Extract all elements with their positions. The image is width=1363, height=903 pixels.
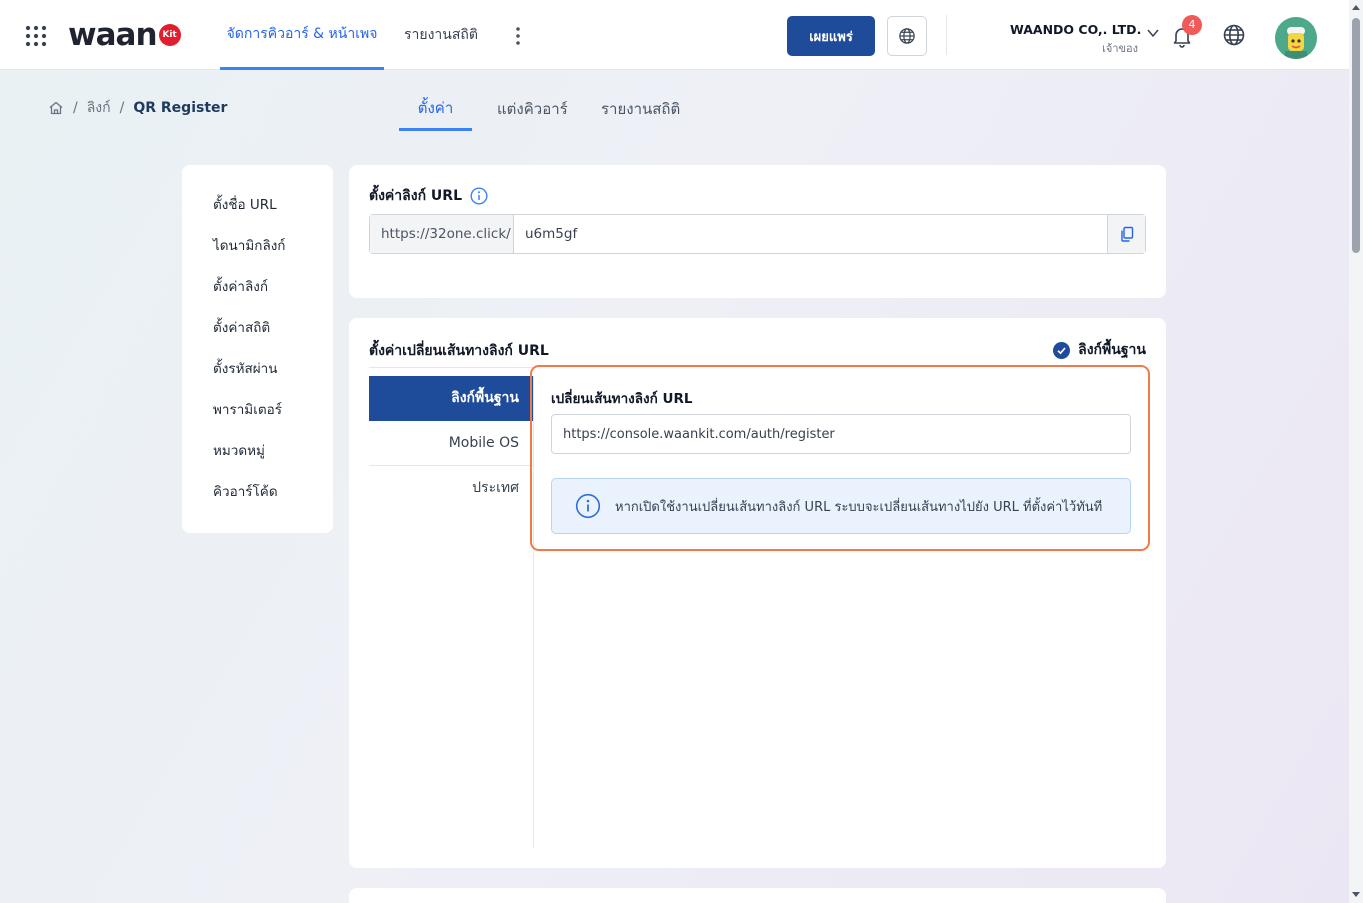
- sidebar-item-parameters[interactable]: พารามิเตอร์: [182, 398, 333, 439]
- tab-qr-design[interactable]: แต่งคิวอาร์: [497, 87, 568, 131]
- tab-settings[interactable]: ตั้งค่า: [399, 87, 472, 131]
- link-url-settings-title: ตั้งค่าลิงก์ URL: [369, 185, 488, 207]
- avatar[interactable]: [1275, 17, 1317, 59]
- settings-sidebar: ตั้งชื่อ URL ไดนามิกลิงก์ ตั้งค่าลิงก์ ต…: [182, 165, 333, 533]
- tabs-top-divider: [369, 367, 533, 368]
- breadcrumb-current: QR Register: [133, 100, 228, 116]
- sidebar-item-stats-settings[interactable]: ตั้งค่าสถิติ: [182, 316, 333, 357]
- scroll-up-arrow-icon[interactable]: [1352, 5, 1360, 10]
- tab-mobile-os[interactable]: Mobile OS: [369, 421, 533, 466]
- basic-link-checkbox-label: ลิงก์พื้นฐาน: [1078, 342, 1146, 358]
- company-role: เจ้าของ: [1102, 42, 1138, 55]
- url-prefix: https://32one.click/: [370, 215, 514, 253]
- preview-globe-button[interactable]: [887, 16, 927, 56]
- url-slug-input[interactable]: [514, 215, 1107, 253]
- breadcrumb: / ลิงก์ / QR Register: [48, 97, 227, 119]
- copy-url-button[interactable]: [1107, 215, 1145, 253]
- breadcrumb-link[interactable]: ลิงก์: [87, 97, 111, 119]
- breadcrumb-separator: /: [73, 100, 78, 116]
- sidebar-item-categories[interactable]: หมวดหมู่: [182, 439, 333, 480]
- tab-statistics[interactable]: รายงานสถิติ: [601, 87, 680, 131]
- avatar-image: [1275, 17, 1317, 59]
- sidebar-item-link-settings[interactable]: ตั้งค่าลิงก์: [182, 275, 333, 316]
- tab-basic-link[interactable]: ลิงก์พื้นฐาน: [369, 376, 533, 421]
- more-menu-icon[interactable]: [510, 24, 526, 48]
- redirect-url-panel: เปลี่ยนเส้นทางลิงก์ URL หากเปิดใช้งานเปล…: [530, 365, 1150, 551]
- redirect-settings-title: ตั้งค่าเปลี่ยนเส้นทางลิงก์ URL: [369, 343, 549, 359]
- publish-button[interactable]: เผยแพร่: [787, 16, 875, 56]
- chevron-down-icon: [1147, 29, 1159, 38]
- short-url-field-group: https://32one.click/: [369, 214, 1146, 254]
- redirect-url-input[interactable]: [551, 414, 1131, 454]
- sidebar-item-dynamic-link[interactable]: ไดนามิกลิงก์: [182, 234, 333, 275]
- home-icon[interactable]: [48, 100, 64, 116]
- sidebar-item-password[interactable]: ตั้งรหัสผ่าน: [182, 357, 333, 398]
- redirect-info-alert: หากเปิดใช้งานเปลี่ยนเส้นทางลิงก์ URL ระบ…: [551, 478, 1131, 534]
- next-settings-card: [349, 888, 1166, 903]
- redirect-settings-card: ตั้งค่าเปลี่ยนเส้นทางลิงก์ URL ลิงก์พื้น…: [349, 318, 1166, 868]
- link-url-settings-card: ตั้งค่าลิงก์ URL https://32one.click/: [349, 165, 1166, 298]
- nav-tab-qr-pages[interactable]: จัดการคิวอาร์ & หน้าเพจ: [220, 0, 384, 70]
- page-scrollbar[interactable]: [1349, 0, 1363, 903]
- redirect-url-label: เปลี่ยนเส้นทางลิงก์ URL: [551, 391, 693, 407]
- info-icon[interactable]: [470, 187, 488, 205]
- nav-tab-statistics[interactable]: รายงานสถิติ: [404, 0, 478, 70]
- redirect-type-tabs: ลิงก์พื้นฐาน Mobile OS ประเทศ: [369, 376, 533, 511]
- language-globe-icon[interactable]: [1222, 23, 1246, 47]
- info-icon: [575, 493, 601, 519]
- redirect-info-text: หากเปิดใช้งานเปลี่ยนเส้นทางลิงก์ URL ระบ…: [615, 499, 1103, 515]
- checkmark-icon: [1053, 341, 1071, 359]
- header-divider: [946, 15, 947, 55]
- company-switcher[interactable]: WAANDO CO,. LTD. เจ้าของ: [1010, 22, 1160, 57]
- logo[interactable]: waan Kit: [68, 17, 181, 53]
- sidebar-item-url-name[interactable]: ตั้งชื่อ URL: [182, 193, 333, 234]
- notification-badge: 4: [1182, 15, 1202, 35]
- basic-link-checkbox[interactable]: ลิงก์พื้นฐาน: [1053, 339, 1146, 361]
- company-name: WAANDO CO,. LTD.: [1010, 22, 1142, 37]
- copy-icon: [1120, 226, 1133, 242]
- globe-icon: [899, 28, 915, 44]
- scroll-down-arrow-icon[interactable]: [1352, 892, 1360, 897]
- breadcrumb-separator: /: [119, 100, 125, 116]
- top-bar: waan Kit จัดการคิวอาร์ & หน้าเพจ รายงานส…: [0, 0, 1349, 70]
- apps-grid-icon[interactable]: [25, 25, 47, 47]
- logo-text: waan: [68, 17, 158, 53]
- sidebar-item-qr-code[interactable]: คิวอาร์โค้ด: [182, 480, 333, 521]
- logo-badge: Kit: [158, 24, 181, 46]
- tab-country[interactable]: ประเทศ: [369, 466, 533, 511]
- link-url-settings-title-text: ตั้งค่าลิงก์ URL: [369, 188, 462, 204]
- scroll-thumb[interactable]: [1352, 18, 1360, 253]
